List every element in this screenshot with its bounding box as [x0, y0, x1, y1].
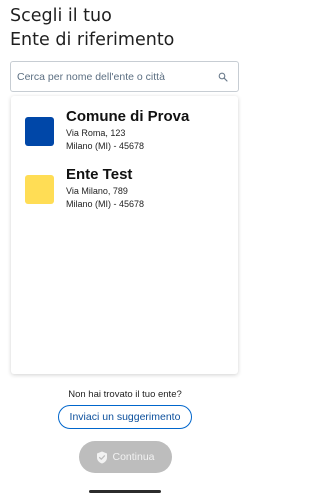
- entity-address-street: Via Milano, 789: [66, 186, 128, 196]
- search-box[interactable]: [10, 61, 239, 92]
- entity-list: Comune di Prova Via Roma, 123 Milano (MI…: [11, 96, 238, 374]
- search-input[interactable]: [17, 68, 217, 86]
- suggest-button[interactable]: Inviaci un suggerimento: [58, 405, 192, 429]
- entity-name: Ente Test: [66, 166, 133, 183]
- page-title-line-1: Scegli il tuo: [10, 6, 112, 26]
- entity-logo: [25, 175, 54, 204]
- not-found-text: Non hai trovato il tuo ente?: [68, 389, 182, 400]
- entity-address-city: Milano (MI) - 45678: [66, 199, 145, 209]
- entity-logo: [25, 117, 54, 146]
- entity-address-city: Milano (MI) - 45678: [66, 141, 145, 151]
- page-title: Scegli il tuo Ente di riferimento: [10, 4, 240, 52]
- search-icon[interactable]: [218, 72, 228, 82]
- entity-address-street: Via Roma, 123: [66, 128, 126, 138]
- system-navigation-bar[interactable]: [89, 490, 161, 493]
- entity-item-comune-di-prova[interactable]: Comune di Prova Via Roma, 123 Milano (MI…: [11, 108, 238, 156]
- continue-button[interactable]: Continua: [79, 441, 172, 473]
- shield-check-icon: [97, 451, 108, 463]
- entity-name: Comune di Prova: [66, 108, 190, 125]
- entity-item-ente-test[interactable]: Ente Test Via Milano, 789 Milano (MI) - …: [11, 166, 238, 214]
- page-title-line-2: Ente di riferimento: [10, 30, 175, 50]
- continue-label: Continua: [112, 451, 155, 463]
